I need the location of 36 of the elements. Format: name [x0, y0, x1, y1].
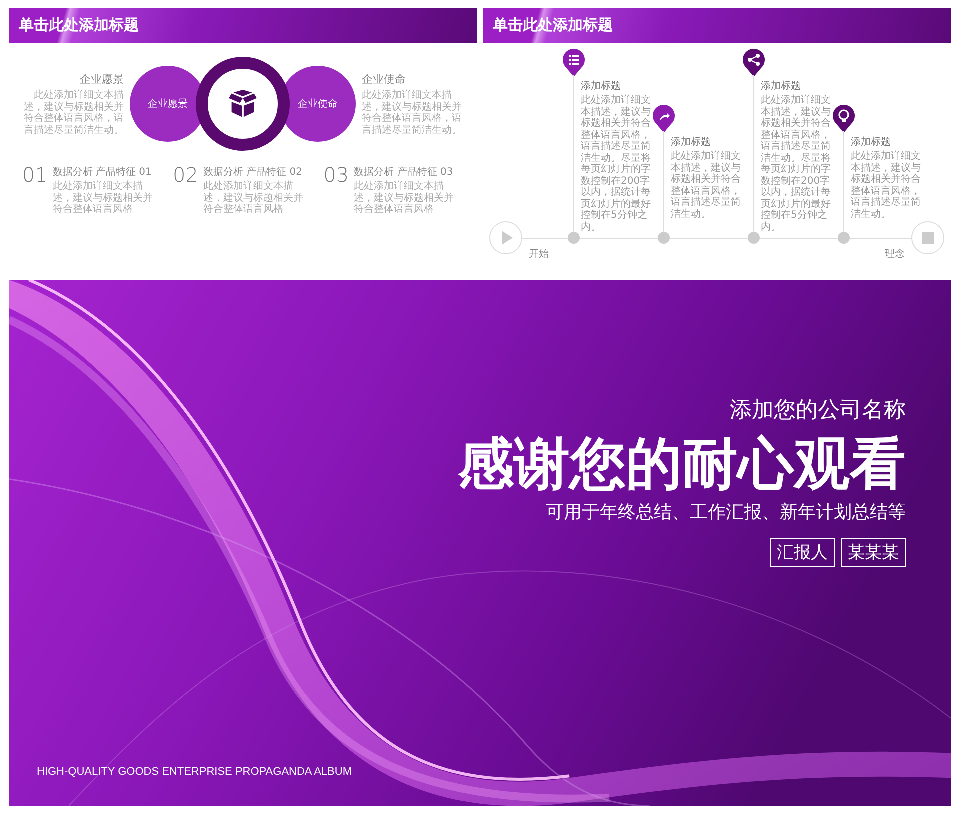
tagline: HIGH-QUALITY GOODS ENTERPRISE PROPAGANDA ALBUM: [37, 766, 353, 778]
company-name: 添加您的公司名称: [730, 397, 906, 425]
timeline-dot: [568, 232, 580, 244]
feature-text: 此处添加详细文本描述，建议与标题相关并符合整体语言风格: [52, 181, 154, 216]
feature-heading: 数据分析 产品特征 01: [52, 166, 153, 179]
closing-subtitle: 可用于年终总结、工作汇报、新年计划总结等: [546, 501, 906, 524]
feature-heading: 数据分析 产品特征 02: [203, 166, 304, 179]
presenter-label: 汇报人: [770, 538, 835, 568]
feature-number: 03: [324, 165, 350, 189]
end-label: 理念: [885, 248, 905, 261]
presenter-name: 某某某: [841, 538, 906, 568]
feature-heading: 数据分析 产品特征 03: [354, 166, 454, 179]
milestone-text: 此处添加详细文本描述，建议与标题相关并符合整体语言风格，语言描述尽量简洁生动。尽量将每页幻灯片的字数控制在200字以内，据统计每页幻灯片的最好控制在5分钟之内。: [581, 95, 651, 233]
note-text: 此处添加详细文本描述，建议与标题相关并符合整体语言风格，语言描述尽量简洁生动。: [23, 90, 124, 136]
feature-text: 此处添加详细文本描述，建议与标题相关并符合整体语言风格: [203, 181, 304, 216]
milestone-text: 此处添加详细文本描述，建议与标题相关并符合整体语言风格，语言描述尽量简洁生动。尽量将每页幻灯片的字数控制在200字以内，据统计每页幻灯片的最好控制在5分钟之内。: [761, 95, 831, 233]
box-icon: [228, 90, 258, 118]
feature-number: 02: [172, 165, 198, 189]
milestone-text: 此处添加详细文本描述，建议与标题相关并符合整体语言风格，语言描述尽量简洁生动。: [671, 151, 741, 220]
milestone-title: 添加标题: [851, 136, 892, 149]
timeline-dot: [838, 232, 850, 244]
feature-text: 此处添加详细文本描述，建议与标题相关并符合整体语言风格: [354, 181, 456, 216]
note-text: 此处添加详细文本描述，建议与标题相关并符合整体语言风格，语言描述尽量简洁生动。: [362, 90, 463, 136]
start-label: 开始: [529, 248, 549, 261]
timeline-dot: [658, 232, 670, 244]
milestone-title: 添加标题: [581, 80, 622, 93]
milestone-title: 添加标题: [671, 136, 712, 149]
milestone-text: 此处添加详细文本描述，建议与标题相关并符合整体语言风格，语言描述尽量简洁生动。: [851, 151, 921, 220]
milestone-title: 添加标题: [761, 80, 802, 93]
note-heading: 企业使命: [362, 72, 407, 87]
timeline-dot: [748, 232, 760, 244]
slide-title: 单击此处添加标题: [493, 16, 613, 35]
feature-number: 01: [22, 165, 48, 189]
slide-title: 单击此处添加标题: [19, 16, 139, 35]
note-heading: 企业愿景: [80, 72, 124, 87]
closing-title: 感谢您的耐心观看: [458, 431, 906, 498]
